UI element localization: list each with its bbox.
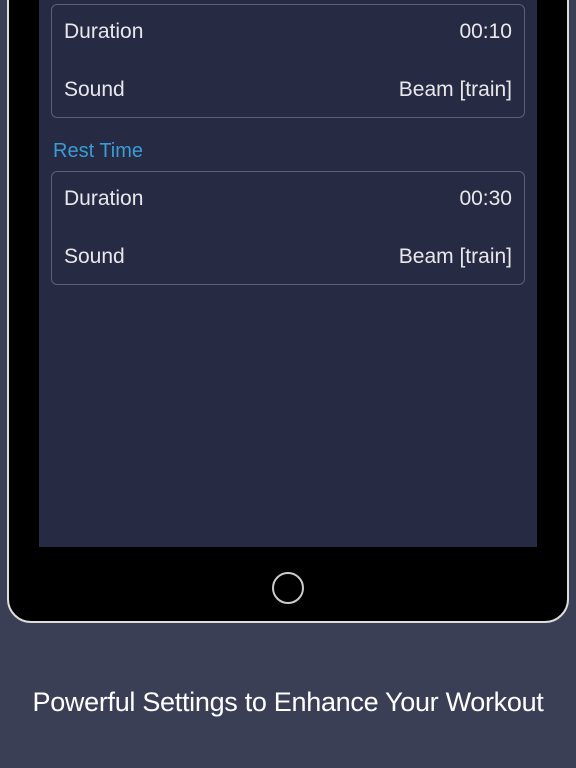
warning-time-group: Duration 00:10 Sound Beam [train] (51, 4, 525, 118)
rest-time-group: Duration 00:30 Sound Beam [train] (51, 171, 525, 285)
sound-label: Sound (64, 245, 125, 269)
tablet-frame: Warning Time Duration 00:10 Sound Beam [… (7, 0, 569, 623)
sound-value: Beam [train] (399, 78, 512, 102)
sound-value: Beam [train] (399, 245, 512, 269)
rest-time-header: Rest Time (39, 132, 537, 167)
duration-label: Duration (64, 20, 143, 44)
duration-value: 00:10 (459, 20, 512, 44)
rest-duration-row[interactable]: Duration 00:30 (52, 172, 524, 226)
duration-label: Duration (64, 187, 143, 211)
duration-value: 00:30 (459, 187, 512, 211)
warning-duration-row[interactable]: Duration 00:10 (52, 5, 524, 59)
sound-label: Sound (64, 78, 125, 102)
marketing-caption: Powerful Settings to Enhance Your Workou… (0, 687, 576, 718)
warning-sound-row[interactable]: Sound Beam [train] (52, 63, 524, 117)
rest-sound-row[interactable]: Sound Beam [train] (52, 230, 524, 284)
home-button-icon (272, 572, 304, 604)
settings-screen: Warning Time Duration 00:10 Sound Beam [… (39, 0, 537, 547)
